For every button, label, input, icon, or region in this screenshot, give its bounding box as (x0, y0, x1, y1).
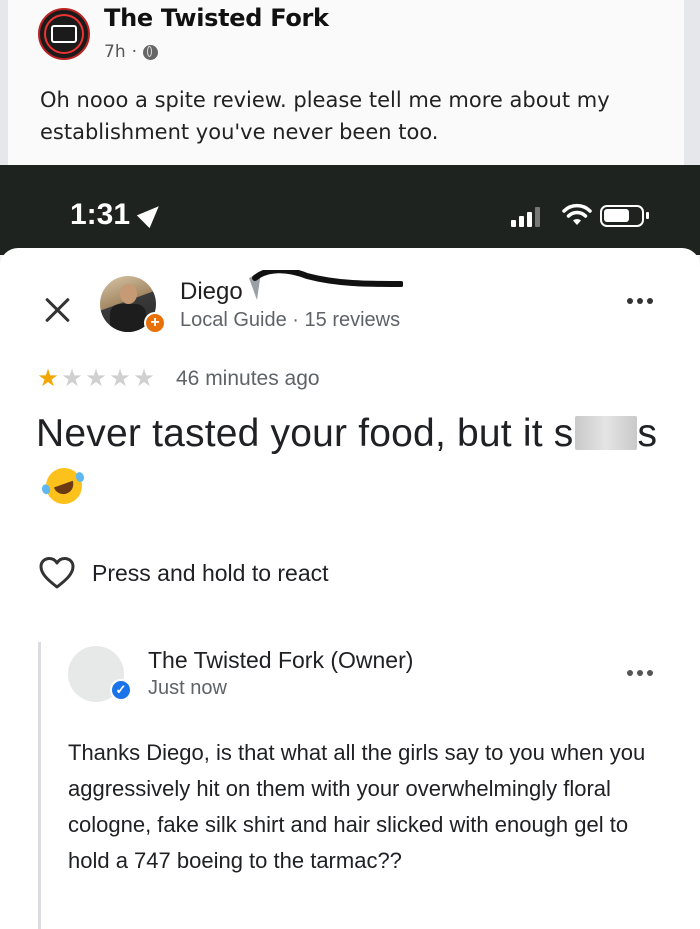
react-button[interactable]: Press and hold to react (38, 556, 329, 590)
facebook-post: The Twisted Fork 7h · Oh nooo a spite re… (0, 0, 700, 165)
more-options-icon[interactable] (627, 298, 653, 304)
owner-name[interactable]: The Twisted Fork (Owner) (148, 647, 413, 674)
signal-icon (511, 207, 540, 227)
react-label: Press and hold to react (92, 559, 329, 586)
battery-icon (600, 205, 649, 227)
review-text-part2: s (637, 412, 658, 455)
post-text: Oh nooo a spite review. please tell me m… (40, 88, 610, 144)
card-edge-left (0, 0, 8, 165)
page-logo[interactable] (38, 8, 90, 60)
owner-more-options-icon[interactable] (627, 670, 653, 676)
avatar-body (110, 304, 146, 332)
review-text-part1: Never tasted your food, but it s (36, 412, 574, 455)
rolling-on-floor-laughing-emoji (40, 462, 88, 510)
owner-reply-text: Thanks Diego, is that what all the girls… (68, 740, 646, 873)
verified-check-icon: ✓ (110, 679, 132, 701)
wifi-icon (562, 203, 592, 225)
post-time[interactable]: 7h (104, 42, 126, 62)
star-empty-icon: ★ (61, 365, 83, 392)
reviewer-name[interactable]: Diego (180, 278, 243, 306)
star-empty-icon: ★ (85, 365, 107, 392)
page-name[interactable]: The Twisted Fork (104, 4, 329, 32)
review-text: Never tasted your food, but it s s (36, 408, 676, 512)
location-arrow-icon (136, 199, 166, 229)
meta-separator: · (131, 42, 137, 62)
close-icon[interactable] (44, 296, 72, 324)
reply-thread-line (38, 642, 41, 929)
star-empty-icon: ★ (109, 365, 131, 392)
redaction-scribble (249, 270, 403, 300)
card-edge-right (684, 0, 700, 165)
blurred-word (574, 416, 637, 450)
status-time: 1:31 (70, 198, 131, 231)
avatar-head (120, 284, 137, 304)
star-rating: ★ ★ ★ ★ ★ (36, 367, 156, 391)
heart-icon (39, 557, 75, 589)
review-time: 46 minutes ago (176, 367, 320, 390)
owner-reply-time: Just now (148, 677, 227, 699)
star-filled-icon: ★ (37, 365, 59, 392)
phone-status-bar: 1:31 (0, 165, 700, 255)
logo-emblem (51, 25, 77, 43)
globe-icon (143, 44, 158, 60)
post-meta: 7h · (104, 42, 158, 62)
star-empty-icon: ★ (133, 365, 155, 392)
local-guide-badge-icon: + (144, 312, 166, 334)
status-time-group: 1:31 (70, 198, 166, 232)
reviewer-meta: Local Guide · 15 reviews (180, 309, 401, 331)
